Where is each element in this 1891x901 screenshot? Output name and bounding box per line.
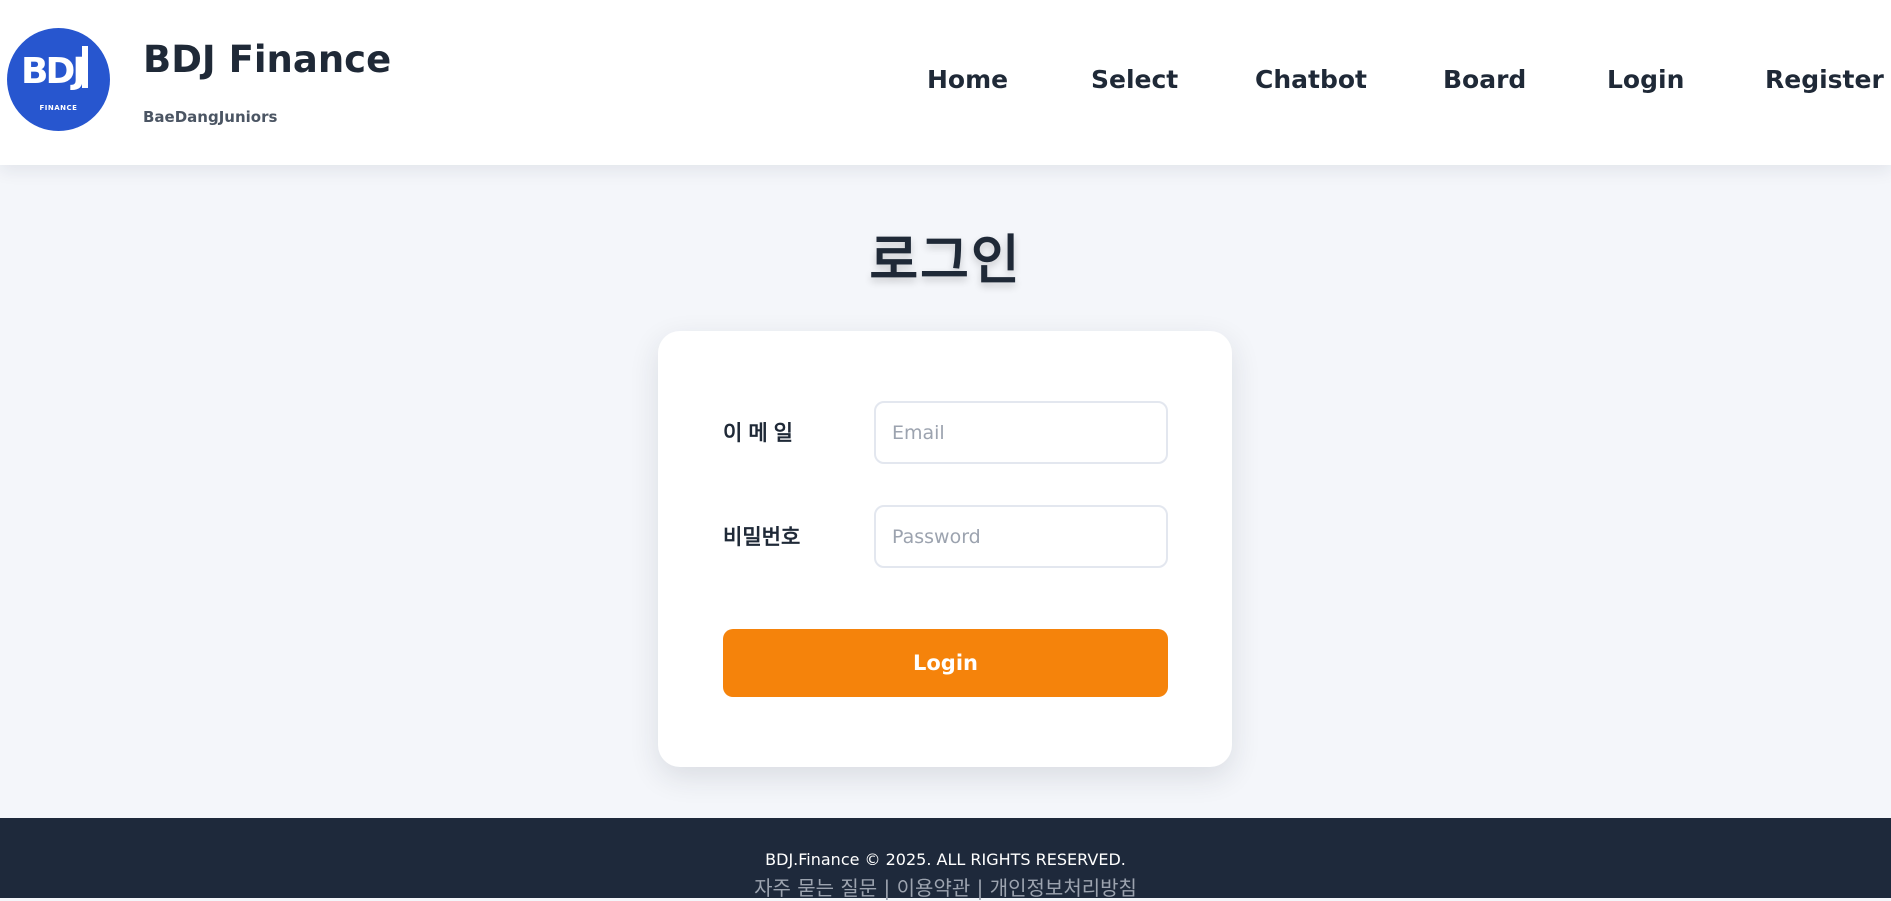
password-input[interactable] bbox=[874, 505, 1168, 568]
nav-board[interactable]: Board bbox=[1443, 65, 1526, 95]
footer-link-terms[interactable]: 이용약관 bbox=[897, 876, 971, 900]
brand-logo[interactable]: BDJ FINANCE bbox=[7, 28, 110, 131]
footer-separator: | bbox=[877, 876, 897, 900]
footer-link-privacy[interactable]: 개인정보처리방침 bbox=[990, 876, 1137, 900]
login-card: 이메일 비밀번호 Login bbox=[658, 331, 1232, 767]
footer-links: 자주 묻는 질문 | 이용약관 | 개인정보처리방침 bbox=[0, 872, 1891, 901]
nav-home[interactable]: Home bbox=[927, 65, 1008, 95]
brand-title[interactable]: BDJ Finance bbox=[143, 38, 391, 81]
footer-link-faq[interactable]: 자주 묻는 질문 bbox=[754, 876, 877, 900]
footer-separator: | bbox=[970, 876, 990, 900]
nav-select[interactable]: Select bbox=[1091, 65, 1178, 95]
logo-subtext: FINANCE bbox=[39, 104, 78, 112]
nav-register[interactable]: Register bbox=[1765, 65, 1884, 95]
nav-login[interactable]: Login bbox=[1607, 65, 1684, 95]
site-footer: BDJ.Finance © 2025. ALL RIGHTS RESERVED.… bbox=[0, 818, 1891, 901]
login-button[interactable]: Login bbox=[723, 629, 1168, 697]
email-input[interactable] bbox=[874, 401, 1168, 464]
copyright-text: BDJ.Finance © 2025. ALL RIGHTS RESERVED. bbox=[765, 850, 1126, 869]
logo-mark: BDJ bbox=[21, 51, 86, 92]
brand-subtitle: BaeDangJuniors bbox=[143, 108, 278, 126]
page-title: 로그인 bbox=[869, 230, 1022, 291]
email-label: 이메일 bbox=[723, 421, 799, 445]
site-header: BDJ FINANCE BDJ Finance BaeDangJuniors H… bbox=[0, 0, 1891, 165]
password-label: 비밀번호 bbox=[723, 525, 801, 549]
nav-chatbot[interactable]: Chatbot bbox=[1255, 65, 1367, 95]
